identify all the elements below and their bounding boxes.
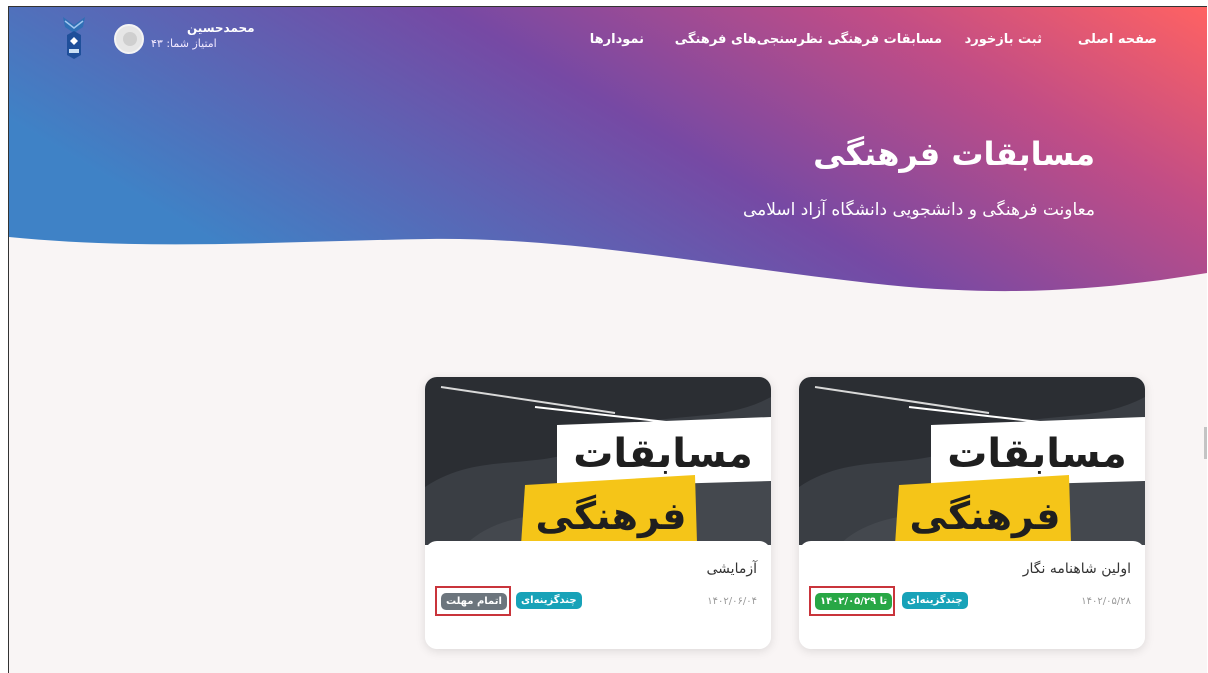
page-title: مسابقات فرهنگی (813, 135, 1095, 173)
nav-feedback[interactable]: ثبت بازخورد (965, 32, 1042, 47)
nav-home[interactable]: صفحه اصلی (1078, 32, 1157, 47)
university-logo[interactable] (61, 15, 87, 61)
page-subtitle: معاونت فرهنگی و دانشجویی دانشگاه آزاد اس… (742, 200, 1095, 220)
competition-card[interactable]: مسابقات فرهنگی اولین شاهنامه نگار ۱۴۰۲/۰… (799, 377, 1145, 649)
card-body: آزمایشی ۱۴۰۲/۰۶/۰۴ اتمام مهلت چندگزینه‌ا… (425, 541, 771, 649)
type-badge: چندگزینه‌ای (516, 592, 582, 609)
deadline-badge: تا ۱۴۰۲/۰۵/۲۹ (815, 593, 893, 610)
competition-banner-image: مسابقات فرهنگی (799, 377, 1145, 545)
user-score: امتیاز شما: ۴۳ (151, 37, 217, 50)
card-body: اولین شاهنامه نگار ۱۴۰۲/۰۵/۲۸ تا ۱۴۰۲/۰۵… (799, 541, 1145, 649)
avatar[interactable] (114, 24, 144, 54)
card-date: ۱۴۰۲/۰۵/۲۸ (1081, 596, 1131, 607)
nav-charts[interactable]: نمودارها (590, 32, 644, 47)
card-date: ۱۴۰۲/۰۶/۰۴ (707, 596, 757, 607)
competition-banner-image: مسابقات فرهنگی (425, 377, 771, 545)
banner-line2: فرهنگی (910, 494, 1061, 538)
scrollbar-thumb[interactable] (1204, 427, 1207, 459)
banner-line1: مسابقات (573, 431, 753, 477)
card-title[interactable]: اولین شاهنامه نگار (1023, 561, 1131, 577)
user-name[interactable]: محمدحسین (187, 21, 255, 35)
nav-surveys[interactable]: نظرسنجی‌های فرهنگی (675, 32, 823, 47)
highlight-box: تا ۱۴۰۲/۰۵/۲۹ (809, 586, 895, 616)
page-frame: صفحه اصلی ثبت بازخورد مسابقات فرهنگی نظر… (8, 6, 1207, 673)
nav-competitions[interactable]: مسابقات فرهنگی (828, 32, 943, 47)
type-badge: چندگزینه‌ای (902, 592, 968, 609)
deadline-badge: اتمام مهلت (441, 593, 507, 610)
banner-line1: مسابقات (947, 431, 1127, 477)
banner-line2: فرهنگی (536, 494, 687, 538)
card-title[interactable]: آزمایشی (707, 561, 757, 577)
competition-card[interactable]: مسابقات فرهنگی آزمایشی ۱۴۰۲/۰۶/۰۴ اتمام … (425, 377, 771, 649)
highlight-box: اتمام مهلت (435, 586, 511, 616)
